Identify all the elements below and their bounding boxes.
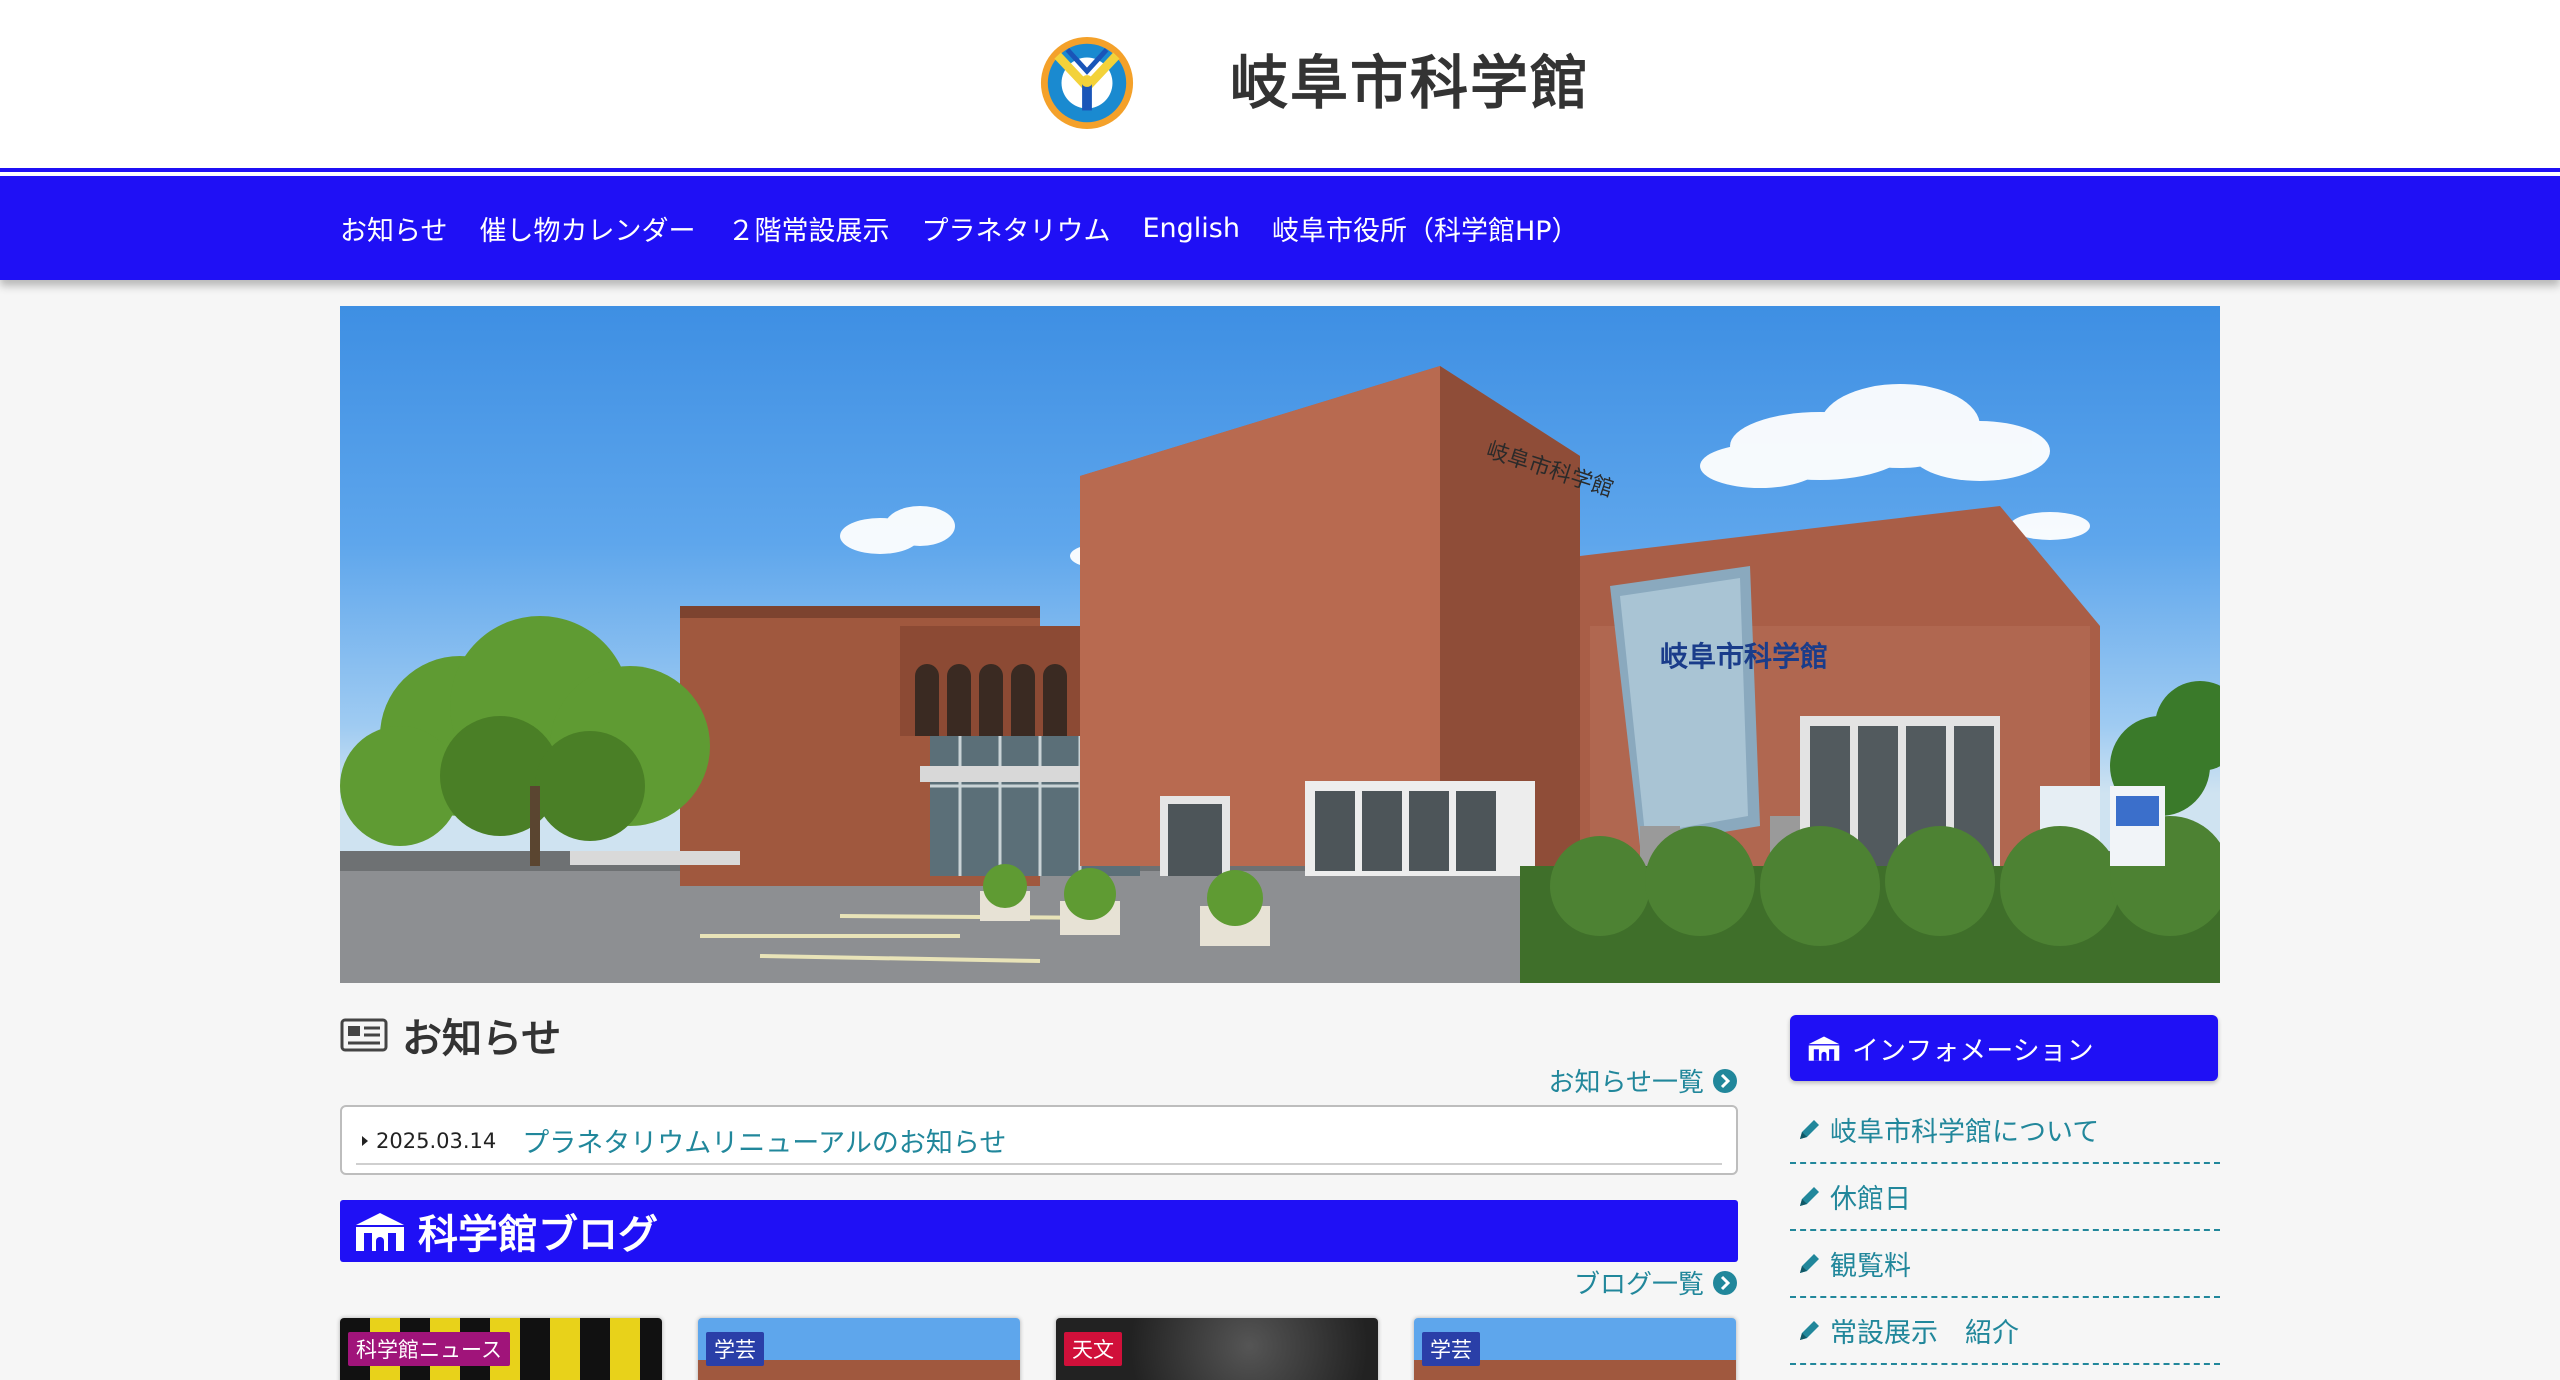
- news-list-link-label: お知らせ一覧: [1548, 1068, 1704, 1098]
- museum-building-icon: [356, 1213, 404, 1251]
- sidebar-item-label: 岐阜市科学館について: [1830, 1117, 2100, 1148]
- nav-item-news[interactable]: お知らせ: [340, 209, 447, 248]
- news-divider: [356, 1163, 1722, 1165]
- sidebar-item-permanent-exhibits[interactable]: 常設展示 紹介: [1790, 1298, 2220, 1365]
- arrow-circle-right-icon: [1713, 1068, 1737, 1093]
- sidebar-item-label: 観覧料: [1830, 1251, 1911, 1282]
- blog-list-link[interactable]: ブログ一覧: [1574, 1264, 1738, 1301]
- sidebar-item-admission[interactable]: 観覧料: [1790, 1231, 2220, 1298]
- site-logo-link[interactable]: 岐阜市科学館: [1038, 34, 1590, 132]
- information-list: 岐阜市科学館について 休館日 観覧料 常設展示 紹介: [1790, 1097, 2220, 1365]
- museum-building-icon: [1808, 1036, 1840, 1061]
- pencil-icon: [1800, 1320, 1819, 1340]
- news-list: 2025.03.14 プラネタリウムリニューアルのお知らせ: [340, 1105, 1738, 1175]
- nav-item-2f-exhibits[interactable]: ２階常設展示: [727, 209, 889, 248]
- pencil-icon: [1800, 1253, 1819, 1273]
- main-column: お知らせ お知らせ一覧 2025.03.14 プラネタリウムリニューアルのお知ら…: [340, 1000, 1738, 1380]
- information-heading: インフォメーション: [1790, 1015, 2218, 1081]
- blog-section-heading: 科学館ブログ: [340, 1200, 1738, 1262]
- blog-heading: 科学館ブログ: [418, 1212, 658, 1258]
- hero-sign-title: 岐阜市科学館: [1660, 640, 1828, 673]
- newspaper-icon: [340, 1018, 388, 1052]
- caret-right-icon: [362, 1135, 368, 1146]
- news-date: 2025.03.14: [376, 1128, 497, 1153]
- nav-item-city-hall[interactable]: 岐阜市役所（科学館HP）: [1272, 209, 1579, 248]
- news-list-item: 2025.03.14 プラネタリウムリニューアルのお知らせ: [360, 1121, 1006, 1160]
- nav-item-english[interactable]: English: [1142, 213, 1240, 244]
- sidebar-item-label: 休館日: [1830, 1184, 1911, 1215]
- blog-card[interactable]: 天文: [1056, 1318, 1378, 1380]
- blog-card[interactable]: 学芸: [698, 1318, 1020, 1380]
- blog-card[interactable]: 科学館ニュース: [340, 1318, 662, 1380]
- nav-item-planetarium[interactable]: プラネタリウム: [921, 209, 1110, 248]
- news-section-heading: お知らせ: [340, 1000, 1738, 1070]
- pencil-icon: [1800, 1119, 1819, 1139]
- hero-image: 岐阜市科学館 岐阜市科学館: [340, 306, 2220, 983]
- pencil-icon: [1800, 1186, 1819, 1206]
- news-title-link[interactable]: プラネタリウムリニューアルのお知らせ: [522, 1121, 1006, 1160]
- sidebar-item-closed-days[interactable]: 休館日: [1790, 1164, 2220, 1231]
- global-nav: お知らせ 催し物カレンダー ２階常設展示 プラネタリウム English 岐阜市…: [0, 176, 2560, 280]
- sidebar-item-label: 常設展示 紹介: [1830, 1318, 2019, 1349]
- blog-list-link-label: ブログ一覧: [1573, 1270, 1704, 1300]
- news-list-link[interactable]: お知らせ一覧: [1549, 1062, 1738, 1099]
- sidebar: インフォメーション 岐阜市科学館について 休館日 観覧料 常設展示 紹介: [1790, 1015, 2220, 1365]
- site-header: 岐阜市科学館: [0, 0, 2560, 168]
- sidebar-item-about[interactable]: 岐阜市科学館について: [1790, 1097, 2220, 1164]
- blog-category-badge: 学芸: [706, 1332, 764, 1366]
- museum-building-photo: 岐阜市科学館 岐阜市科学館: [340, 366, 2220, 983]
- blog-category-badge: 科学館ニュース: [348, 1332, 510, 1366]
- nav-item-event-calendar[interactable]: 催し物カレンダー: [479, 209, 695, 248]
- news-heading: お知らせ: [402, 1016, 562, 1062]
- museum-logo-icon: [1040, 36, 1134, 130]
- blog-category-badge: 天文: [1064, 1332, 1122, 1366]
- arrow-circle-right-icon: [1713, 1270, 1737, 1295]
- information-heading-label: インフォメーション: [1852, 1035, 2094, 1067]
- blog-card-list: 科学館ニュース 学芸 天文 学芸: [340, 1318, 1738, 1380]
- blog-card[interactable]: 学芸: [1414, 1318, 1736, 1380]
- nav-list: お知らせ 催し物カレンダー ２階常設展示 プラネタリウム English 岐阜市…: [340, 176, 1611, 280]
- blog-category-badge: 学芸: [1422, 1332, 1480, 1366]
- site-title: 岐阜市科学館: [1230, 49, 1591, 117]
